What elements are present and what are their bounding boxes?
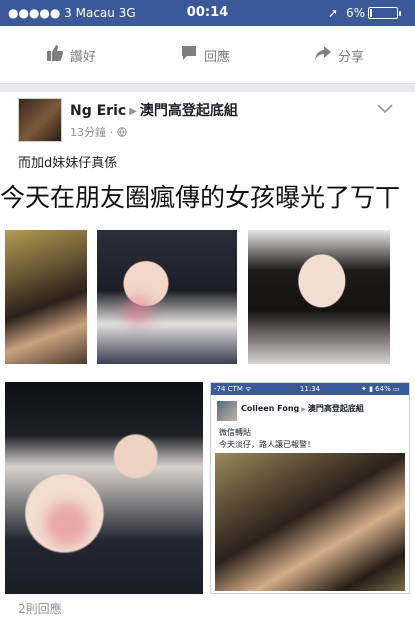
embedded-group-name: 澳門高登起底組 (307, 404, 364, 413)
location-arrow-icon: ➚ (328, 6, 339, 20)
share-button[interactable]: 分享 (314, 44, 364, 66)
post-headline-image-text: 今天在朋友圈瘋傳的女孩曝光了丂丅 (0, 183, 401, 212)
group-name-link[interactable]: 澳門高登起底組 (140, 103, 238, 119)
previous-post-action-bar: 讚好 回應 分享 (0, 26, 415, 84)
embedded-caption-line-2: 今天淡仔，路人讓已報警！ (219, 440, 315, 449)
ios-status-bar: ●●●●● 3 Macau 3G 00:14 ➚ 6% (0, 0, 415, 26)
comment-button[interactable]: 回應 (180, 44, 230, 66)
post-header: Ng Eric ▶ 澳門高登起底組 (70, 100, 238, 120)
comments-count-link[interactable]: 2則回應 (18, 600, 62, 617)
photo-group-selfie-large[interactable] (5, 382, 203, 594)
author-name-link[interactable]: Ng Eric (70, 103, 126, 119)
share-icon (314, 44, 332, 66)
embedded-caption-line-1: 微信轉貼 (219, 428, 251, 437)
photo-group-selfie[interactable] (97, 230, 237, 364)
embedded-battery: ✦ ▮ 64% ▭ (361, 385, 400, 393)
triangle-right-icon: ▶ (301, 406, 306, 413)
like-button-label: 讚好 (70, 49, 97, 65)
like-button[interactable]: 讚好 (46, 44, 96, 66)
share-button-label: 分享 (338, 49, 365, 65)
embedded-author-avatar (217, 401, 237, 421)
photo-girl-lying-on-floor[interactable] (5, 230, 87, 364)
comment-button-label: 回應 (204, 49, 231, 65)
embedded-status-bar: -74 CTM ᯤ 11:34 ✦ ▮ 64% ▭ (211, 383, 409, 395)
blur-mask (123, 296, 153, 326)
post-menu-chevron-down-icon[interactable] (376, 102, 394, 116)
post-caption: 而加d妹妹仔真係 (18, 156, 118, 171)
battery-icon (368, 7, 401, 19)
post-timestamp[interactable]: 13分鐘 · (70, 126, 117, 139)
globe-icon (116, 126, 127, 139)
post-meta: 13分鐘 · (70, 124, 127, 140)
embedded-post-header: Colleen Fong ▶ 澳門高登起底組 (241, 403, 364, 414)
triangle-right-icon: ▶ (129, 106, 137, 117)
feed-post: Ng Eric ▶ 澳門高登起底組 13分鐘 · 而加d妹妹仔真係 今天在朋友圈瘋傳… (0, 92, 415, 620)
embedded-photo-girl-on-floor (215, 453, 405, 591)
battery-percent-label: 6% (346, 6, 366, 20)
embedded-author-name: Colleen Fong (241, 404, 300, 413)
thumbs-up-icon (46, 44, 64, 66)
battery-level (370, 9, 372, 17)
photo-girl-portrait[interactable] (248, 230, 390, 364)
blur-mask (45, 502, 89, 546)
author-avatar[interactable] (18, 98, 62, 142)
comment-icon (180, 44, 198, 66)
photo-embedded-screenshot[interactable]: -74 CTM ᯤ 11:34 ✦ ▮ 64% ▭ Colleen Fong ▶ 澳… (210, 382, 410, 594)
